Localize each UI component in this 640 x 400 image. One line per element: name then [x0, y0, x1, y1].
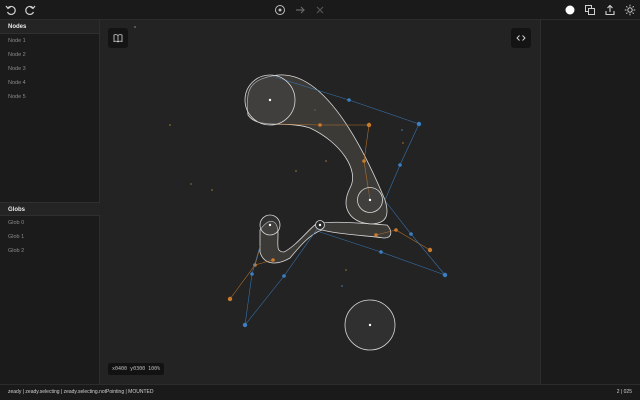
node-3[interactable] — [259, 214, 281, 236]
node-list-item[interactable]: Node 1 — [0, 34, 99, 48]
code-icon — [516, 35, 526, 41]
orange-handle-points[interactable] — [227, 122, 433, 302]
sun-icon[interactable] — [622, 2, 638, 18]
globs-header: Globs — [0, 202, 100, 216]
code-button[interactable] — [511, 28, 531, 48]
copy-icon[interactable] — [582, 2, 598, 18]
target-icon[interactable] — [272, 2, 288, 18]
coordinate-readout: x0400 y0300 100% — [108, 363, 165, 375]
status-bar: zeady | zeady.selecting | zeady.selectin… — [0, 384, 640, 400]
canvas[interactable]: x0400 y0300 100% — [100, 20, 540, 384]
redo-icon[interactable] — [22, 2, 38, 18]
docs-button[interactable] — [108, 28, 128, 48]
top-toolbar — [0, 0, 640, 20]
theme-dot-icon[interactable] — [562, 2, 578, 18]
node-5[interactable] — [344, 299, 396, 351]
left-panel: Nodes Node 1 Node 2 Node 3 Node 4 Node 5… — [0, 20, 100, 384]
node-4[interactable] — [315, 220, 325, 230]
node-list-item[interactable]: Node 4 — [0, 76, 99, 90]
undo-icon[interactable] — [3, 2, 19, 18]
right-panel — [540, 20, 640, 384]
orange-handles — [229, 123, 431, 300]
node-1[interactable] — [244, 74, 296, 126]
close-icon[interactable] — [312, 2, 328, 18]
glob-list-item[interactable]: Glob 0 — [0, 216, 100, 230]
node-list-item[interactable]: Node 3 — [0, 62, 99, 76]
globs-section: Globs Glob 0 Glob 1 Glob 2 — [0, 202, 100, 258]
arrow-right-icon[interactable] — [292, 2, 308, 18]
nodes-list: Node 1 Node 2 Node 3 Node 4 Node 5 — [0, 34, 99, 104]
glob-list-item[interactable]: Glob 1 — [0, 230, 100, 244]
nodes-header: Nodes — [0, 20, 99, 34]
glob-list-item[interactable]: Glob 2 — [0, 244, 100, 258]
book-icon — [113, 34, 123, 43]
state-path-text: zeady | zeady.selecting | zeady.selectin… — [8, 389, 154, 395]
node-list-item[interactable]: Node 2 — [0, 48, 99, 62]
node-2[interactable] — [357, 187, 383, 213]
node-list-item[interactable]: Node 5 — [0, 90, 99, 104]
share-icon[interactable] — [602, 2, 618, 18]
glob-scene[interactable] — [100, 20, 540, 384]
status-counter: 2 | 025 — [616, 389, 632, 395]
